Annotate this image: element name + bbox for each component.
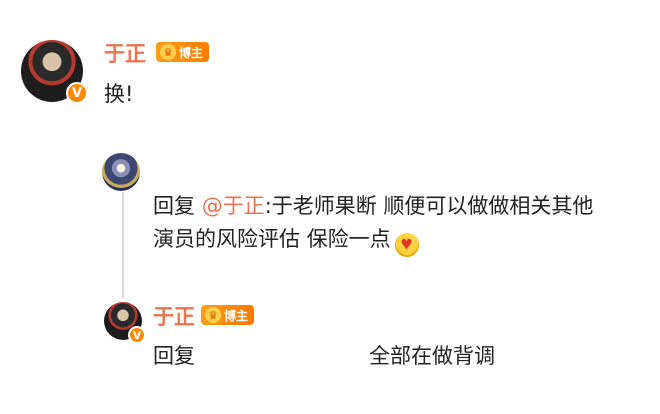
comment-line-1: 回复 @于正:于老师果断 顺便可以做做相关其他 xyxy=(153,190,593,220)
verified-icon: V xyxy=(128,326,146,344)
verified-icon: V xyxy=(66,82,88,104)
comment-line-2: 演员的风险评估 保险一点 ♥ xyxy=(153,223,419,257)
crown-icon: ♛ xyxy=(160,44,176,60)
thread-line xyxy=(122,192,124,298)
commenter-avatar[interactable] xyxy=(102,153,140,191)
reply-label: 回复 xyxy=(153,344,195,368)
reply-text: 全部在做背调 xyxy=(369,344,495,368)
comment-text-1: :于老师果断 顺便可以做做相关其他 xyxy=(264,194,594,218)
blogger-badge-label: 博主 xyxy=(224,308,249,323)
crown-icon: ♛ xyxy=(205,307,221,323)
mention-link[interactable]: @于正 xyxy=(202,194,265,218)
blogger-badge: ♛ 博主 xyxy=(156,42,210,62)
kiss-heart-emoji-icon: ♥ xyxy=(394,233,419,257)
blogger-badge-label: 博主 xyxy=(179,45,204,60)
post-content: 换! xyxy=(104,82,134,106)
reply-author-name[interactable]: 于正 xyxy=(153,301,195,331)
author-name[interactable]: 于正 xyxy=(104,38,146,68)
blogger-badge: ♛ 博主 xyxy=(201,305,255,325)
reply-prefix: 回复 xyxy=(153,194,195,218)
comment-text-2: 演员的风险评估 保险一点 xyxy=(153,227,391,251)
